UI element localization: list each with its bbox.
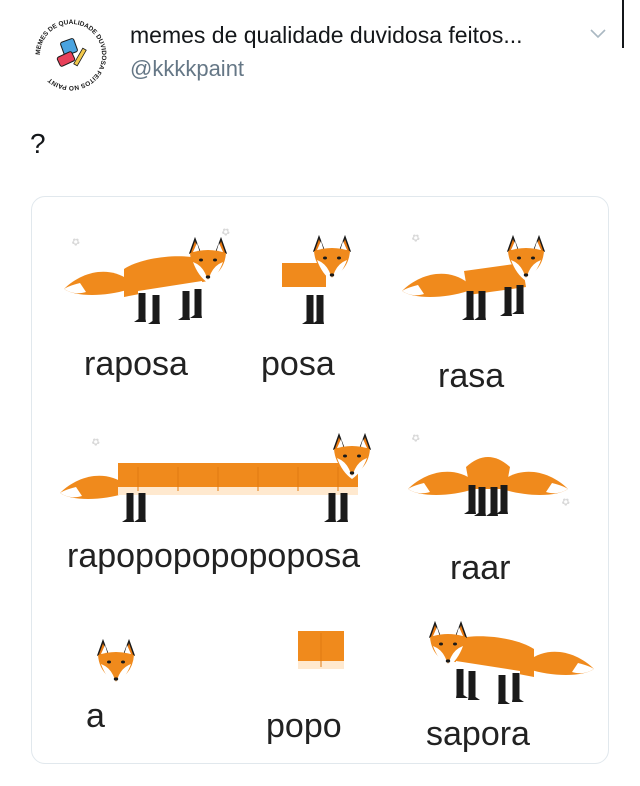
label-rasa: rasa xyxy=(438,357,505,395)
divider xyxy=(622,0,624,48)
chevron-down-icon[interactable] xyxy=(588,26,608,42)
tweet-text: ? xyxy=(30,128,46,159)
fox-image-sapora xyxy=(429,622,594,704)
tweet-header: MEMES DE QUALIDADE DUVIDOSA FEITOS NO PA… xyxy=(0,0,640,110)
author-avatar[interactable]: MEMES DE QUALIDADE DUVIDOSA FEITOS NO PA… xyxy=(30,14,112,96)
meme-image-card[interactable]: ✿ ✿ ✿ ✿ ✿ ✿ raposa posa rasa rapopopopop… xyxy=(31,196,609,764)
label-a: a xyxy=(86,697,105,735)
label-raposa: raposa xyxy=(84,345,188,383)
label-posa: posa xyxy=(261,345,335,383)
label-sapora: sapora xyxy=(426,715,530,753)
fox-image-rasa xyxy=(402,236,545,320)
author-handle[interactable]: @kkkkpaint xyxy=(130,56,244,82)
label-rapopopopopoposa: rapopopopopoposa xyxy=(67,537,361,575)
author-name[interactable]: memes de qualidade duvidosa feitos... xyxy=(130,22,523,49)
label-popo: popo xyxy=(266,707,342,745)
fox-image-a xyxy=(97,640,135,686)
fox-image-raposa xyxy=(64,238,227,324)
fox-image-posa xyxy=(282,236,351,324)
fox-image-rapopopopopoposa xyxy=(60,434,371,522)
fox-image-popo xyxy=(298,631,344,669)
fox-image-raar xyxy=(408,457,568,516)
label-raar: raar xyxy=(450,549,511,587)
